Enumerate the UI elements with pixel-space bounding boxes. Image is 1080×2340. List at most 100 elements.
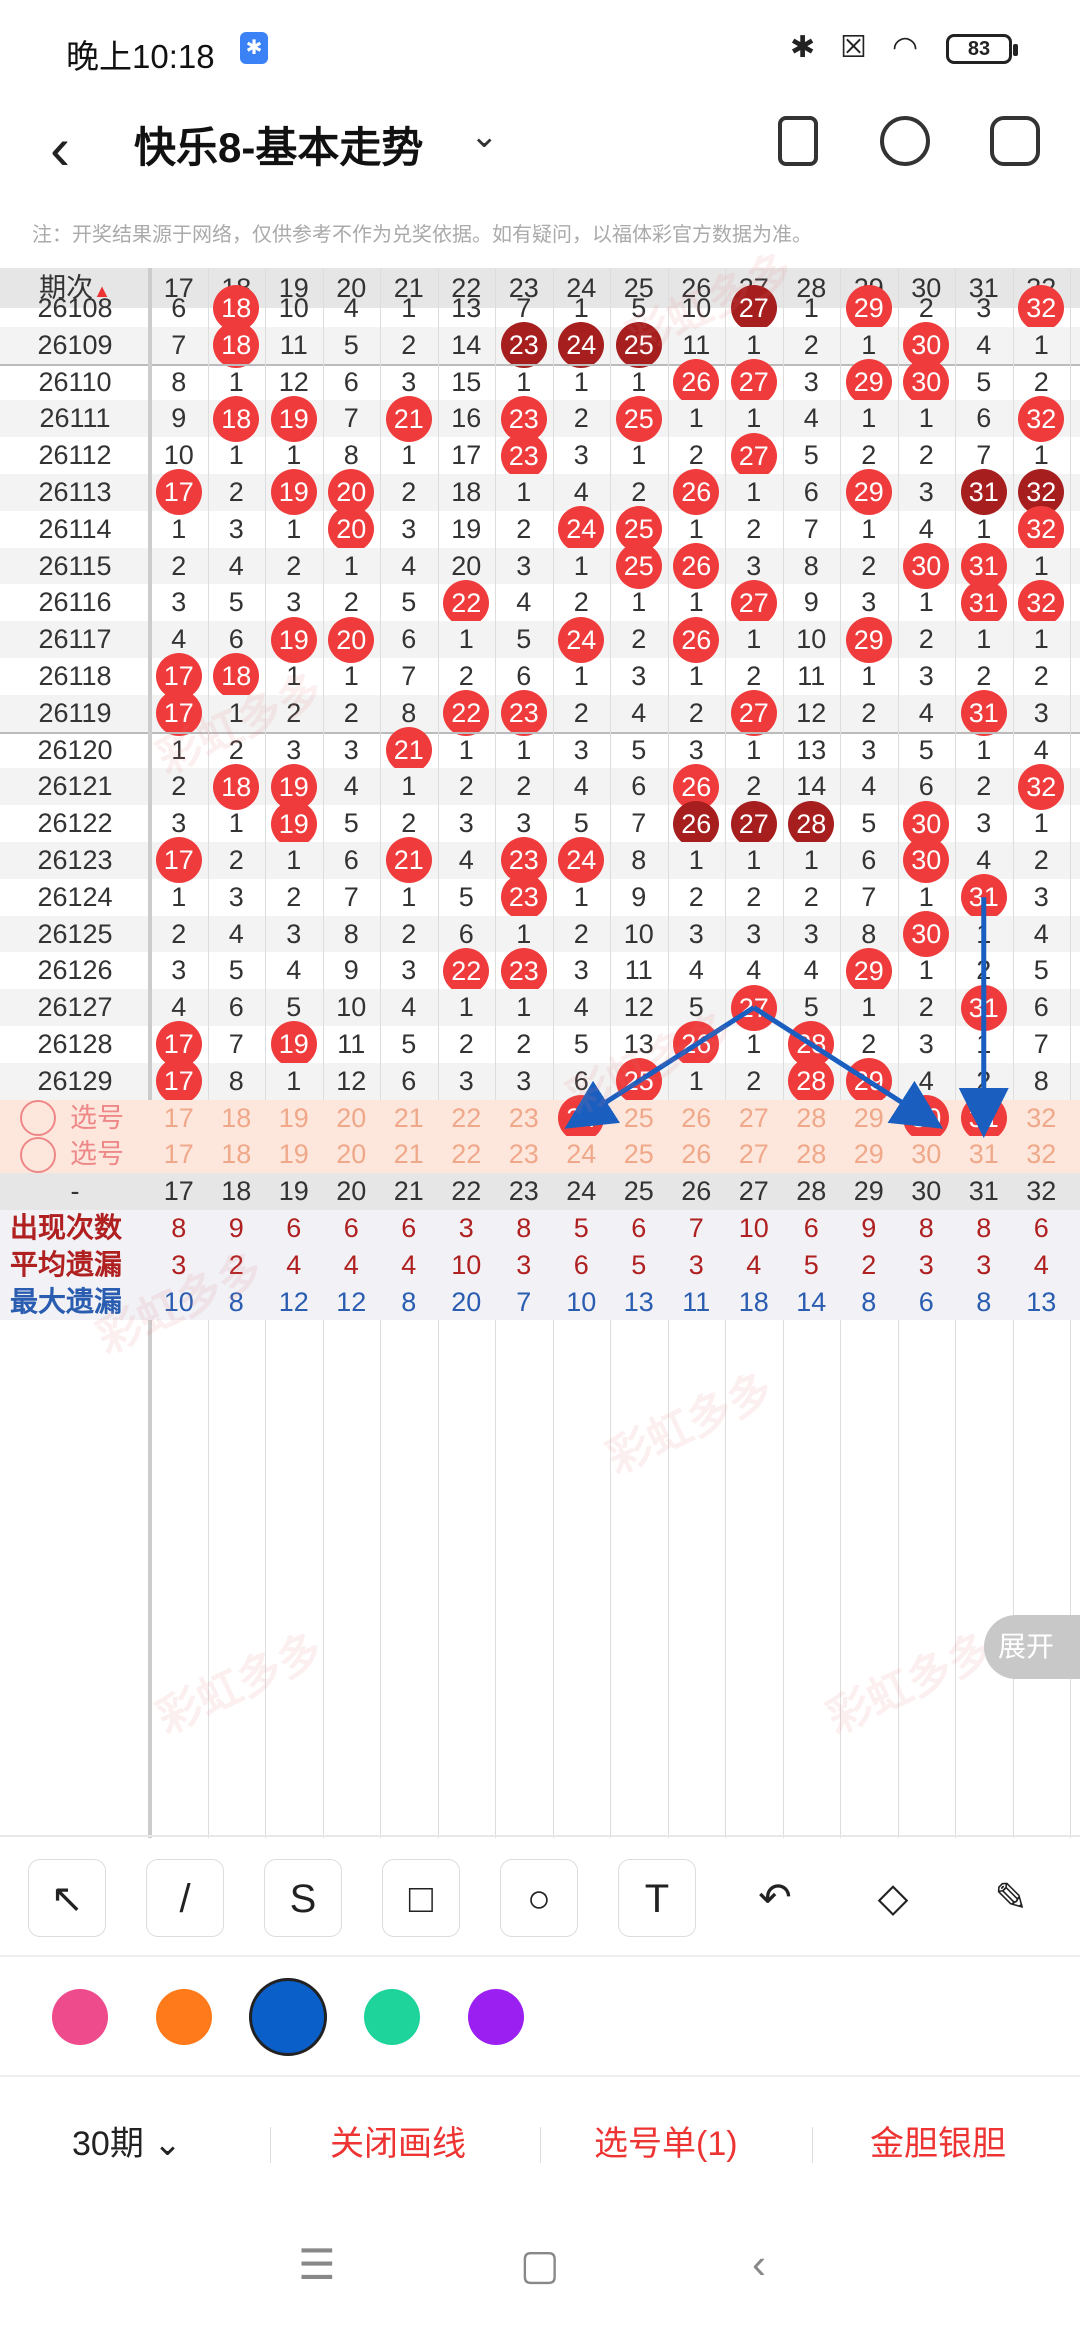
- table-row: 26110 8 1 12 6 3 15 1 1 1 26 27 3 29 30 5 2: [0, 359, 1080, 405]
- pick-cell[interactable]: 18: [208, 1100, 266, 1137]
- hit-ball: 28: [788, 800, 835, 847]
- pick-cell[interactable]: 22: [438, 1100, 496, 1137]
- curve-tool-icon[interactable]: S: [264, 1859, 342, 1937]
- miss-cell: 2: [228, 845, 244, 875]
- miss-cell: 1: [171, 513, 187, 544]
- chevron-down-icon[interactable]: ⌄: [470, 116, 499, 156]
- pick-cell[interactable]: 25: [610, 1100, 668, 1137]
- pick-cell[interactable]: 20: [323, 1136, 381, 1173]
- gold-silver-button[interactable]: 金胆银胆: [870, 2077, 1006, 2212]
- miss-cell: 2: [1033, 661, 1049, 691]
- miss-cell: 10: [796, 624, 827, 655]
- color-swatch[interactable]: [364, 1989, 420, 2045]
- footer-column-header: 18: [221, 1176, 252, 1207]
- miss-cell: 1: [976, 1029, 992, 1059]
- hit-ball: 20: [328, 616, 375, 663]
- share-icon[interactable]: [880, 116, 930, 166]
- pick-cell[interactable]: 21: [380, 1100, 438, 1137]
- pick-cell[interactable]: 27: [725, 1100, 783, 1137]
- hit-ball: 18: [213, 395, 260, 442]
- pick-cell[interactable]: 20: [323, 1100, 381, 1137]
- period-select[interactable]: 30期 ⌄: [72, 2077, 182, 2212]
- miss-cell: 3: [918, 661, 934, 691]
- miss-cell: 3: [573, 734, 589, 765]
- pick-cell[interactable]: 23: [495, 1100, 553, 1137]
- pick-cell[interactable]: 26: [668, 1100, 726, 1137]
- pick-cell[interactable]: 18: [208, 1136, 266, 1173]
- miss-cell: 4: [343, 771, 359, 802]
- miss-cell: 5: [516, 624, 532, 655]
- miss-cell: 1: [746, 734, 762, 765]
- status-time: 晚上10:18: [66, 38, 215, 75]
- app-bar: ‹ 快乐8-基本走势 ⌄: [0, 100, 1080, 220]
- settings-icon[interactable]: [990, 116, 1040, 166]
- line-tool-icon[interactable]: /: [146, 1859, 224, 1937]
- pick-cell[interactable]: 32: [1013, 1136, 1071, 1173]
- pick-cell[interactable]: 32: [1013, 1100, 1071, 1137]
- pick-row[interactable]: 选号 17 18 19 20 21 22 23 24 25 26 27 28 29 30 31 32: [0, 1136, 1080, 1174]
- undo-icon[interactable]: ↶: [736, 1859, 814, 1937]
- circle-tool-icon[interactable]: ○: [500, 1859, 578, 1937]
- pick-row-selector[interactable]: [20, 1136, 56, 1173]
- pick-cell[interactable]: 19: [265, 1136, 323, 1173]
- phone-layout-icon[interactable]: [778, 116, 818, 166]
- miss-cell: 2: [746, 771, 762, 802]
- stat-cell: 8: [171, 1213, 187, 1243]
- miss-cell: 3: [746, 918, 762, 949]
- pick-cell[interactable]: 27: [725, 1136, 783, 1173]
- pick-cell[interactable]: 23: [495, 1136, 553, 1173]
- close-lines-button[interactable]: 关闭画线: [330, 2077, 466, 2212]
- miss-cell: 3: [286, 587, 302, 618]
- color-swatch[interactable]: [52, 1989, 108, 2045]
- hit-ball: 29: [845, 359, 892, 405]
- hit-ball: 29: [845, 1058, 892, 1105]
- page-title[interactable]: 快乐8-基本走势: [134, 114, 423, 175]
- pick-cell[interactable]: 30: [898, 1136, 956, 1173]
- menu-icon[interactable]: ☰: [298, 2240, 336, 2289]
- pick-cell[interactable]: 29: [840, 1136, 898, 1173]
- color-swatch[interactable]: [249, 1978, 327, 2056]
- miss-cell: 1: [228, 808, 244, 839]
- miss-cell: 12: [278, 366, 309, 397]
- pick-cell[interactable]: 28: [783, 1100, 841, 1137]
- home-icon[interactable]: ▢: [520, 2240, 560, 2289]
- select-arrow-tool-icon[interactable]: ↖: [28, 1859, 106, 1937]
- pick-cell[interactable]: 17: [150, 1100, 208, 1137]
- pick-row[interactable]: 选号 17 18 19 20 21 22 23 24 25 26 27 28 29 30 31 32: [0, 1095, 1080, 1141]
- pick-cell[interactable]: 26: [668, 1136, 726, 1173]
- miss-cell: 1: [688, 845, 704, 875]
- pick-cell[interactable]: 25: [610, 1136, 668, 1173]
- miss-cell: 2: [573, 918, 589, 949]
- miss-cell: 1: [1033, 550, 1049, 581]
- back-icon[interactable]: ‹: [50, 114, 70, 183]
- miss-cell: 1: [976, 918, 992, 949]
- drawing-toolbar: ↖ / S □ ○ T ↶ ◇ ✎: [0, 1835, 1080, 1955]
- pick-cell[interactable]: 17: [150, 1136, 208, 1173]
- miss-cell: 1: [918, 587, 934, 618]
- eraser-icon[interactable]: ◇: [854, 1859, 932, 1937]
- pick-cell[interactable]: 24: [553, 1136, 611, 1173]
- pick-cell[interactable]: 22: [438, 1136, 496, 1173]
- miss-cell: 2: [573, 403, 589, 434]
- expand-button[interactable]: 展开: [984, 1615, 1080, 1679]
- pick-cell[interactable]: 21: [380, 1136, 438, 1173]
- picked-ball[interactable]: 24: [558, 1095, 605, 1141]
- back-nav-icon[interactable]: ‹: [752, 2240, 766, 2288]
- picked-ball[interactable]: 30: [903, 1095, 950, 1141]
- period-cell: 26112: [38, 440, 112, 471]
- pick-row-selector[interactable]: [20, 1099, 56, 1136]
- color-swatch[interactable]: [468, 1989, 524, 2045]
- pick-cell[interactable]: 31: [955, 1136, 1013, 1173]
- miss-cell: 4: [1033, 918, 1049, 949]
- rectangle-tool-icon[interactable]: □: [382, 1859, 460, 1937]
- pick-cell[interactable]: 28: [783, 1136, 841, 1173]
- hit-ball: 27: [730, 690, 777, 737]
- pick-list-button[interactable]: 选号单(1): [594, 2077, 738, 2212]
- color-swatch[interactable]: [156, 1989, 212, 2045]
- picked-ball[interactable]: 31: [960, 1095, 1007, 1141]
- pick-cell[interactable]: 19: [265, 1100, 323, 1137]
- clear-brush-icon[interactable]: ✎: [972, 1859, 1050, 1937]
- miss-cell: 2: [1033, 845, 1049, 875]
- text-tool-icon[interactable]: T: [618, 1859, 696, 1937]
- pick-cell[interactable]: 29: [840, 1100, 898, 1137]
